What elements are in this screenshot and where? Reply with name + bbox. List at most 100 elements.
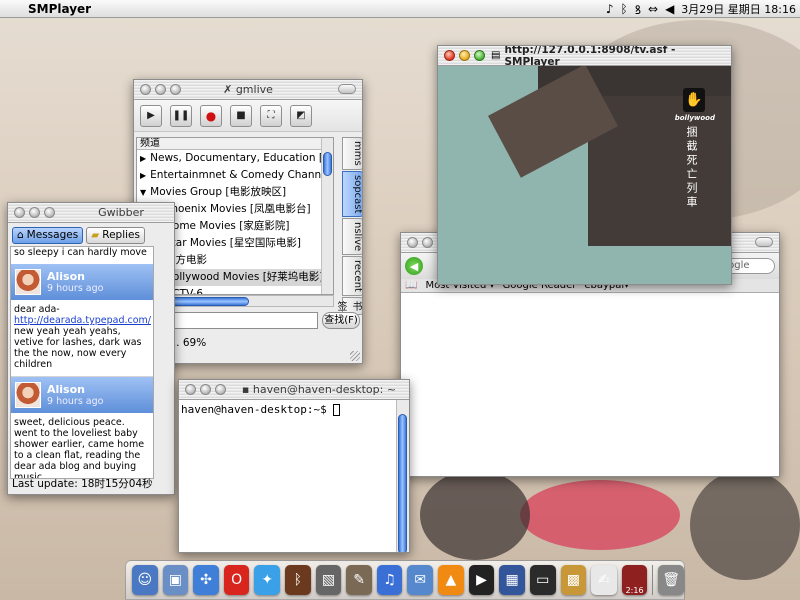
menu-bar: SMPlayer ♪ ᛒ ꝸ ⇔ ◀ 3月29日 星期日 18:16 [0, 0, 800, 18]
zoom-button[interactable] [215, 384, 226, 395]
bluetooth-icon[interactable]: ᛒ [285, 565, 311, 595]
close-button[interactable] [140, 84, 151, 95]
close-button[interactable] [185, 384, 196, 395]
trash-icon[interactable]: 🗑 [658, 565, 684, 595]
record-button[interactable]: ● [200, 104, 222, 127]
ical-icon[interactable]: 2:16 [621, 565, 648, 595]
scroll-thumb[interactable] [398, 414, 407, 552]
sync-icon[interactable]: ⇔ [648, 2, 658, 16]
message-text-line: new yeah yeah yeahs, vetive for lashes, … [14, 326, 142, 370]
vlc-icon[interactable]: ▲ [438, 565, 464, 595]
close-button[interactable] [407, 237, 418, 248]
opera-icon[interactable]: O [223, 565, 250, 595]
terminal-output[interactable]: haven@haven-desktop:~$ [179, 400, 409, 552]
stop-icon: ■ [236, 110, 246, 121]
terminal-window: ▪ haven@haven-desktop: ~ haven@haven-des… [178, 379, 410, 553]
smplayer-titlebar[interactable]: ▤ http://127.0.0.1:8908/tv.asf - SMPlaye… [438, 46, 731, 68]
window-title-wrap: ▪ haven@haven-desktop: ~ [229, 383, 409, 396]
message-link[interactable]: http://dearada.typepad.com/ [14, 315, 151, 326]
app-menu-name[interactable]: SMPlayer [22, 2, 97, 16]
message-text-line: dear ada- [14, 304, 60, 315]
safari-icon[interactable]: ✣ [193, 565, 219, 595]
finder-icon[interactable]: ☺ [132, 565, 158, 595]
channel-label: Hollywood Movies [好莱坞电影] [165, 271, 324, 283]
message-feed[interactable]: so sleepy i can hardly move Alison 9 hou… [10, 246, 154, 479]
video-area[interactable]: ✋ bollywood 捆截死亡列車 [438, 66, 731, 284]
message-item[interactable]: Alison 9 hours ago sweet, delicious peac… [11, 377, 153, 478]
pause-button[interactable]: ❚❚ [170, 104, 192, 127]
channel-row[interactable]: ▶ News, Documentary, Education [新闻纪 [137, 150, 333, 167]
avatar[interactable] [15, 269, 41, 295]
tab-messages[interactable]: ⌂ Messages [12, 226, 84, 244]
window-title: Gwibber [98, 206, 144, 219]
zoom-button[interactable] [474, 50, 485, 61]
expander-closed-icon[interactable]: ▶ [140, 154, 146, 163]
author-name[interactable]: Alison [47, 383, 103, 396]
channel-logo-icon: ✋ [683, 88, 705, 112]
tree-vertical-scrollbar[interactable] [321, 138, 333, 294]
minimize-button[interactable] [29, 207, 40, 218]
channel-label: News, Documentary, Education [新闻纪 [150, 152, 333, 164]
channel-row[interactable]: ▼ Movies Group [电影放映区] [137, 184, 333, 201]
minimize-button[interactable] [422, 237, 433, 248]
text-edit-icon[interactable]: ✍ [591, 565, 617, 595]
photos-icon[interactable]: ▧ [315, 565, 342, 595]
minimize-button[interactable] [459, 50, 470, 61]
gwibber-window: Gwibber ⌂ Messages ▰ Replies so sleepy i c… [7, 202, 175, 495]
tree-column-header[interactable]: 频道 [137, 138, 333, 150]
itunes-icon[interactable]: ♫ [376, 565, 403, 595]
media-icon[interactable]: ▶ [468, 565, 495, 595]
tab-replies[interactable]: ▰ Replies [86, 226, 145, 244]
minimize-button[interactable] [200, 384, 211, 395]
find-button[interactable]: 查找(F) [322, 312, 360, 329]
dock: ☺ ▣ ✣ O ✦ ᛒ ▧ ✎ ♫ ✉ ▲ ▶ ▦ ▭ ▩ ✍ 2:16 🗑 [125, 560, 685, 600]
clock[interactable]: 3月29日 星期日 18:16 [681, 1, 796, 17]
close-button[interactable] [444, 50, 455, 61]
close-button[interactable] [14, 207, 25, 218]
twitter-icon[interactable]: ✦ [254, 565, 281, 595]
side-tab[interactable]: sopcast [342, 170, 362, 218]
timestamp: 9 hours ago [47, 282, 104, 294]
side-tab[interactable]: mms [342, 137, 362, 170]
package-icon[interactable]: ▩ [560, 565, 587, 595]
avatar[interactable] [15, 382, 41, 408]
resize-grip[interactable] [350, 351, 360, 361]
smplayer-window: ▤ http://127.0.0.1:8908/tv.asf - SMPlaye… [437, 45, 732, 285]
gmlive-titlebar[interactable]: ✗ gmlive [134, 80, 362, 100]
display-icon[interactable]: ▭ [529, 565, 556, 595]
channel-row[interactable]: ▶ Entertainmnet & Comedy Channels [娱 [137, 167, 333, 184]
back-arrow-icon[interactable]: ◀ [405, 257, 423, 275]
video-icon[interactable]: ▦ [499, 565, 525, 595]
volume-icon[interactable]: ◀ [665, 2, 674, 16]
bookmarks-icon[interactable]: 📖 [405, 280, 417, 291]
expander-open-icon[interactable]: ▼ [140, 188, 146, 197]
scroll-thumb[interactable] [323, 152, 332, 176]
bluetooth-icon[interactable]: ᛒ [620, 2, 627, 16]
last-update-status: Last update: 18时15分04秒 [12, 478, 153, 490]
gwibber-titlebar[interactable]: Gwibber [8, 203, 174, 223]
zoom-button[interactable] [44, 207, 55, 218]
message-item[interactable]: Alison 9 hours ago dear ada- http://dear… [11, 264, 153, 377]
zoom-button[interactable] [170, 84, 181, 95]
play-button[interactable]: ▶ [140, 104, 162, 127]
mini-mode-button[interactable]: ◩ [290, 104, 312, 127]
fullscreen-button[interactable]: ⛶ [260, 104, 282, 127]
expander-closed-icon[interactable]: ▶ [140, 171, 146, 180]
minimize-button[interactable] [155, 84, 166, 95]
dock-separator [652, 565, 654, 595]
toolbar-toggle-button[interactable] [338, 84, 356, 94]
mail-icon[interactable]: ✉ [407, 565, 434, 595]
terminal-titlebar[interactable]: ▪ haven@haven-desktop: ~ [179, 380, 409, 400]
apple-menu-icon[interactable] [0, 0, 22, 18]
terminal-scrollbar[interactable] [396, 400, 409, 552]
network-icon[interactable]: ꝸ [635, 1, 641, 18]
toolbar-toggle-button[interactable] [755, 237, 773, 247]
gimp-icon[interactable]: ✎ [346, 565, 372, 595]
preview-icon[interactable]: ▣ [162, 565, 189, 595]
stop-button[interactable]: ■ [230, 104, 252, 127]
side-tab[interactable]: recent [342, 256, 362, 297]
music-note-icon[interactable]: ♪ [606, 2, 614, 16]
home-icon: ⌂ [17, 229, 24, 241]
author-name[interactable]: Alison [47, 270, 103, 283]
side-tab[interactable]: nslive [342, 218, 362, 256]
